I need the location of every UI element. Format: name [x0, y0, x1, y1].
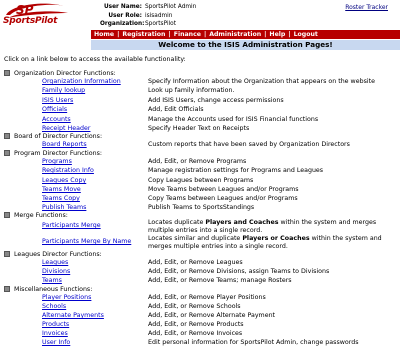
intro-text: Click on a link below to access the avai…	[4, 56, 186, 63]
link-teams-move[interactable]: Teams Move	[42, 186, 81, 193]
user-info: User Name: SportsPilot Admin User Role: is…	[100, 3, 196, 29]
link-officials[interactable]: Officials	[42, 106, 67, 113]
section-title: Leagues Director Functions:	[14, 251, 102, 258]
bullet-icon	[4, 212, 10, 218]
desc-family-lookup: Look up family information.	[148, 87, 235, 94]
user-name-value: SportsPilot Admin	[145, 4, 197, 10]
desc-isis-users: Add ISIS Users, change access permission…	[148, 97, 284, 104]
link-isis-users[interactable]: ISIS Users	[42, 97, 73, 104]
desc-teams-copy: Copy Teams between Leagues and/or Progra…	[148, 195, 298, 202]
desc-text: Locates duplicate	[148, 219, 206, 226]
bullet-icon	[4, 70, 10, 76]
link-participants-merge-by-name[interactable]: Participants Merge By Name	[42, 238, 131, 245]
desc-accounts: Manage the Accounts used for ISIS Financ…	[148, 116, 319, 123]
section-leagues-director: Leagues Director Functions:	[4, 251, 102, 258]
link-board-reports[interactable]: Board Reports	[42, 141, 87, 148]
link-publish-teams[interactable]: Publish Teams	[42, 204, 86, 211]
link-programs[interactable]: Programs	[42, 158, 72, 165]
section-board-of-director: Board of Director Functions:	[4, 133, 102, 140]
desc-publish-teams: Publish Teams to SportsStandings	[148, 204, 255, 211]
nav-home[interactable]: Home	[91, 30, 117, 39]
desc-officials: Add, Edit Officials	[148, 106, 204, 113]
desc-registration-info: Manage registration settings for Program…	[148, 167, 324, 174]
desc-text: Locates similar and duplicate	[148, 235, 243, 242]
desc-participants-merge-by-name: Locates similar and duplicate Players or…	[148, 235, 398, 250]
link-leagues-copy[interactable]: Leagues Copy	[42, 177, 86, 184]
logo-text: SportsPilot	[3, 16, 58, 26]
desc-schools: Add, Edit, or Remove Schools	[148, 303, 241, 310]
link-teams-copy[interactable]: Teams Copy	[42, 195, 80, 202]
section-title: Program Director Functions:	[14, 150, 103, 157]
section-title: Board of Director Functions:	[14, 133, 103, 140]
roster-tracker-link[interactable]: Roster Tracker	[345, 4, 388, 11]
main-nav: Home | Registration | Finance | Administration…	[91, 30, 400, 39]
link-family-lookup[interactable]: Family lookup	[42, 87, 85, 94]
section-title: Merge Functions:	[14, 212, 68, 219]
desc-leagues: Add, Edit, or Remove Leagues	[148, 259, 243, 266]
desc-board-reports: Custom reports that have been saved by O…	[148, 141, 350, 148]
header: SP SportsPilot User Name: SportsPilot Adm…	[0, 0, 400, 30]
desc-invoices: Add, Edit, or Remove Invoices	[148, 330, 243, 337]
nav-finance[interactable]: Finance	[171, 30, 204, 39]
link-receipt-header[interactable]: Receipt Header	[42, 125, 90, 132]
section-miscellaneous: Miscellaneous Functions:	[4, 286, 92, 293]
organization-value: SportsPilot	[145, 21, 176, 27]
section-title: Miscellaneous Functions:	[14, 286, 93, 293]
desc-participants-merge: Locates duplicate Players and Coaches wi…	[148, 219, 398, 234]
desc-emphasis: Players or Coaches	[242, 235, 310, 242]
svg-text:SP: SP	[16, 3, 34, 17]
organization-label: Organization:	[100, 21, 145, 27]
nav-help[interactable]: Help	[266, 30, 288, 39]
link-user-info[interactable]: User Info	[42, 339, 70, 346]
bullet-icon	[4, 286, 10, 292]
desc-alternate-payments: Add, Edit, or Remove Alternate Payment	[148, 312, 276, 319]
desc-teams: Add, Edit, or Remove Teams; manage Roste…	[148, 277, 292, 284]
nav-registration[interactable]: Registration	[119, 30, 168, 39]
bullet-icon	[4, 251, 10, 257]
page-title: Welcome to the ISIS Administration Pages…	[91, 40, 400, 50]
nav-administration[interactable]: Administration	[206, 30, 264, 39]
link-invoices[interactable]: Invoices	[42, 330, 68, 337]
link-registration-info[interactable]: Registration Info	[42, 167, 94, 174]
link-accounts[interactable]: Accounts	[42, 116, 71, 123]
section-organization-director: Organization Director Functions:	[4, 70, 116, 77]
section-title: Organization Director Functions:	[14, 70, 116, 77]
desc-teams-move: Move Teams between Leagues and/or Progra…	[148, 186, 299, 193]
link-organization-information[interactable]: Organization Information	[42, 78, 121, 85]
desc-programs: Add, Edit, or Remove Programs	[148, 158, 247, 165]
link-products[interactable]: Products	[42, 321, 69, 328]
desc-player-positions: Add, Edit, or Remove Player Positions	[148, 294, 266, 301]
desc-user-info: Edit personal information for SportsPilo…	[148, 339, 359, 346]
desc-leagues-copy: Copy Leagues between Programs	[148, 177, 254, 184]
bullet-icon	[4, 133, 10, 139]
user-name-label: User Name:	[103, 4, 142, 10]
link-teams[interactable]: Teams	[42, 277, 62, 284]
desc-emphasis: Players and Coaches	[205, 219, 279, 226]
link-player-positions[interactable]: Player Positions	[42, 294, 91, 301]
link-divisions[interactable]: Divisions	[42, 268, 70, 275]
desc-receipt-header: Specify Header Text on Receipts	[148, 125, 250, 132]
desc-organization-information: Specify Information about the Organizati…	[148, 78, 375, 85]
bullet-icon	[4, 150, 10, 156]
desc-divisions: Add, Edit, or Remove Divisions, assign T…	[148, 268, 330, 275]
app-root: SP SportsPilot User Name: SportsPilot Adm…	[0, 0, 400, 350]
link-alternate-payments[interactable]: Alternate Payments	[42, 312, 104, 319]
section-merge: Merge Functions:	[4, 212, 68, 219]
user-role-label: User Role:	[108, 12, 142, 19]
link-schools[interactable]: Schools	[42, 303, 66, 310]
link-leagues[interactable]: Leagues	[42, 259, 68, 266]
desc-products: Add, Edit, or Remove Products	[148, 321, 244, 328]
section-program-director: Program Director Functions:	[4, 150, 102, 157]
link-participants-merge[interactable]: Participants Merge	[42, 222, 101, 229]
user-role-value: isisadmin	[145, 12, 173, 19]
nav-logout[interactable]: Logout	[291, 30, 321, 39]
